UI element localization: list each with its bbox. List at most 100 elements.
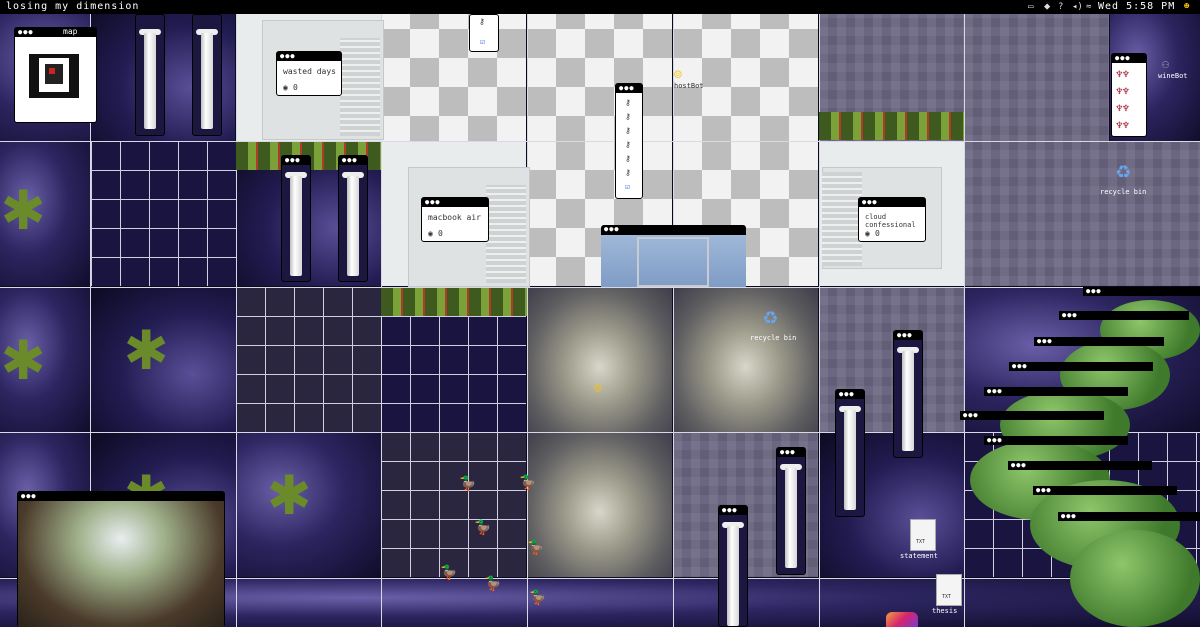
- window-controls[interactable]: ●●●: [1061, 513, 1077, 520]
- stair-window-bar[interactable]: ●●●: [1058, 512, 1200, 521]
- map-window-title: map: [63, 27, 78, 36]
- window-controls[interactable]: ●●●: [987, 388, 1003, 395]
- recycle-bin-label[interactable]: recycle bin: [750, 334, 796, 342]
- winebot-label[interactable]: wineBot: [1158, 72, 1188, 80]
- tile-checker: [381, 0, 526, 145]
- statement-label[interactable]: statement: [900, 552, 938, 560]
- duck-icon: 🦆: [459, 476, 477, 492]
- grid-line: [527, 14, 528, 627]
- window-controls[interactable]: ●●●: [987, 437, 1003, 444]
- door-frame: [637, 237, 709, 287]
- menubar-clock: Wed 5:58 PM: [1098, 1, 1176, 12]
- checkbox[interactable]: ☑: [625, 182, 630, 191]
- stair-window-bar[interactable]: ●●●: [1034, 337, 1164, 346]
- window-controls[interactable]: ●●●: [780, 449, 796, 456]
- stair-window-bar[interactable]: ●●●: [1083, 287, 1200, 296]
- wasted-days-window[interactable]: ●●● wasted days ◉ 0: [276, 51, 342, 96]
- stair-window-bar[interactable]: ●●●: [1033, 486, 1177, 495]
- window-controls[interactable]: ●●●: [1086, 288, 1102, 295]
- window-controls[interactable]: ●●●: [862, 199, 878, 206]
- cloud-confessional-window[interactable]: ●●● cloud confessional ◉ 0: [858, 197, 926, 242]
- volume-icon[interactable]: ◂): [1072, 0, 1083, 14]
- palm-plant: ✱: [2, 314, 45, 396]
- winebot-icon[interactable]: ⚇: [1162, 57, 1169, 71]
- window-controls[interactable]: ●●●: [342, 157, 358, 164]
- pillar-window[interactable]: ●●●: [893, 330, 923, 458]
- recycle-bin-label[interactable]: recycle bin: [1100, 188, 1146, 196]
- grid-line: [0, 287, 1200, 288]
- window-controls[interactable]: ●●●: [280, 53, 296, 60]
- tree-canopy: [1070, 530, 1200, 627]
- grid-line: [0, 141, 1200, 142]
- wifi-icon[interactable]: ≈: [1086, 0, 1091, 14]
- window-controls[interactable]: ●●●: [18, 29, 34, 36]
- duck-icon: 🦆: [527, 540, 545, 556]
- hostbot-label[interactable]: hostBot: [674, 82, 704, 90]
- pillar-window[interactable]: ●●●: [718, 505, 748, 627]
- marble-stairs: [340, 38, 380, 136]
- window-controls[interactable]: ●●●: [285, 157, 301, 164]
- chat-icon[interactable]: ▭: [1028, 0, 1033, 14]
- tile-grid: [91, 141, 236, 286]
- window-controls[interactable]: ●●●: [722, 507, 738, 514]
- pillar-window[interactable]: ●●●: [281, 155, 311, 282]
- window-controls[interactable]: ●●●: [839, 391, 855, 398]
- fern-strip: [381, 288, 527, 316]
- map-window[interactable]: ●●● map: [14, 27, 97, 123]
- window-controls[interactable]: ●●●: [1011, 462, 1027, 469]
- recycle-bin-icon[interactable]: ♻: [763, 302, 777, 330]
- pillar-window[interactable]: [192, 14, 222, 136]
- pillar-window[interactable]: ●●●: [835, 389, 865, 517]
- wine-glass-icon: ♆♆ ♆♆ ♆♆ ♆♆: [1116, 68, 1130, 132]
- window-controls[interactable]: ●●●: [425, 199, 441, 206]
- marble-stairs: [822, 172, 862, 266]
- macbook-air-window[interactable]: ●●● macbook air ◉ 0: [421, 197, 489, 242]
- checklist-window[interactable]: ⚷ ☑: [469, 14, 499, 52]
- duck-icon: 🦆: [474, 520, 492, 536]
- tile-checker: [673, 0, 818, 145]
- stair-window-bar[interactable]: ●●●: [1008, 461, 1152, 470]
- pillar-window[interactable]: ●●●: [338, 155, 368, 282]
- window-controls[interactable]: ●●●: [619, 85, 635, 92]
- map-layout: [29, 54, 79, 98]
- window-controls[interactable]: ●●●: [897, 332, 913, 339]
- tile-galaxy: [673, 287, 818, 432]
- stair-window-bar[interactable]: ●●●: [960, 411, 1104, 420]
- window-controls[interactable]: ●●●: [21, 493, 37, 500]
- window-controls[interactable]: ●●●: [1036, 487, 1052, 494]
- wine-window[interactable]: ●●● ♆♆ ♆♆ ♆♆ ♆♆: [1111, 53, 1147, 137]
- window-controls[interactable]: ●●●: [1115, 55, 1131, 62]
- stair-window-bar[interactable]: ●●●: [984, 436, 1128, 445]
- app-title: losing my dimension: [6, 1, 140, 12]
- help-icon[interactable]: ?: [1058, 0, 1063, 14]
- photo-window[interactable]: ●●●: [17, 491, 225, 627]
- text-file-icon[interactable]: TXT: [910, 519, 936, 551]
- instagram-icon[interactable]: [886, 612, 918, 627]
- thesis-label[interactable]: thesis: [932, 607, 957, 615]
- hostbot-icon[interactable]: ☺: [674, 68, 682, 83]
- smiley-icon[interactable]: ☻: [1184, 0, 1189, 14]
- forest-photo: [18, 501, 224, 627]
- menu-bar: losing my dimension ▭ ⬥ ? ◂) ≈ Wed 5:58 …: [0, 0, 1200, 14]
- key-icon: ⚷: [479, 17, 485, 26]
- stair-window-bar[interactable]: ●●●: [1059, 311, 1189, 320]
- text-file-icon[interactable]: TXT: [936, 574, 962, 606]
- stair-window-bar[interactable]: ●●●: [1009, 362, 1153, 371]
- location-icon[interactable]: ⬥: [1044, 0, 1050, 14]
- fern-strip: [819, 112, 964, 140]
- recycle-bin-icon[interactable]: ♻: [1116, 156, 1130, 184]
- window-controls[interactable]: ●●●: [1062, 312, 1078, 319]
- macbook-air-title: macbook air: [428, 213, 481, 222]
- pillar-window[interactable]: ●●●: [776, 447, 806, 575]
- window-controls[interactable]: ●●●: [1037, 338, 1053, 345]
- grid-line: [964, 14, 965, 627]
- stair-window-bar[interactable]: ●●●: [984, 387, 1128, 396]
- window-controls[interactable]: ●●●: [1012, 363, 1028, 370]
- door-window[interactable]: ●●●: [601, 225, 746, 287]
- window-controls[interactable]: ●●●: [604, 226, 620, 233]
- pillar-window[interactable]: [135, 14, 165, 136]
- window-controls[interactable]: ●●●: [963, 412, 979, 419]
- checkbox[interactable]: ☑: [480, 37, 485, 46]
- checklist-window[interactable]: ●●● ⚷ ⚷ ⚷ ⚷ ⚷ ⚷ ☑: [615, 83, 643, 199]
- surprised-emoji-icon[interactable]: ☺: [594, 382, 602, 397]
